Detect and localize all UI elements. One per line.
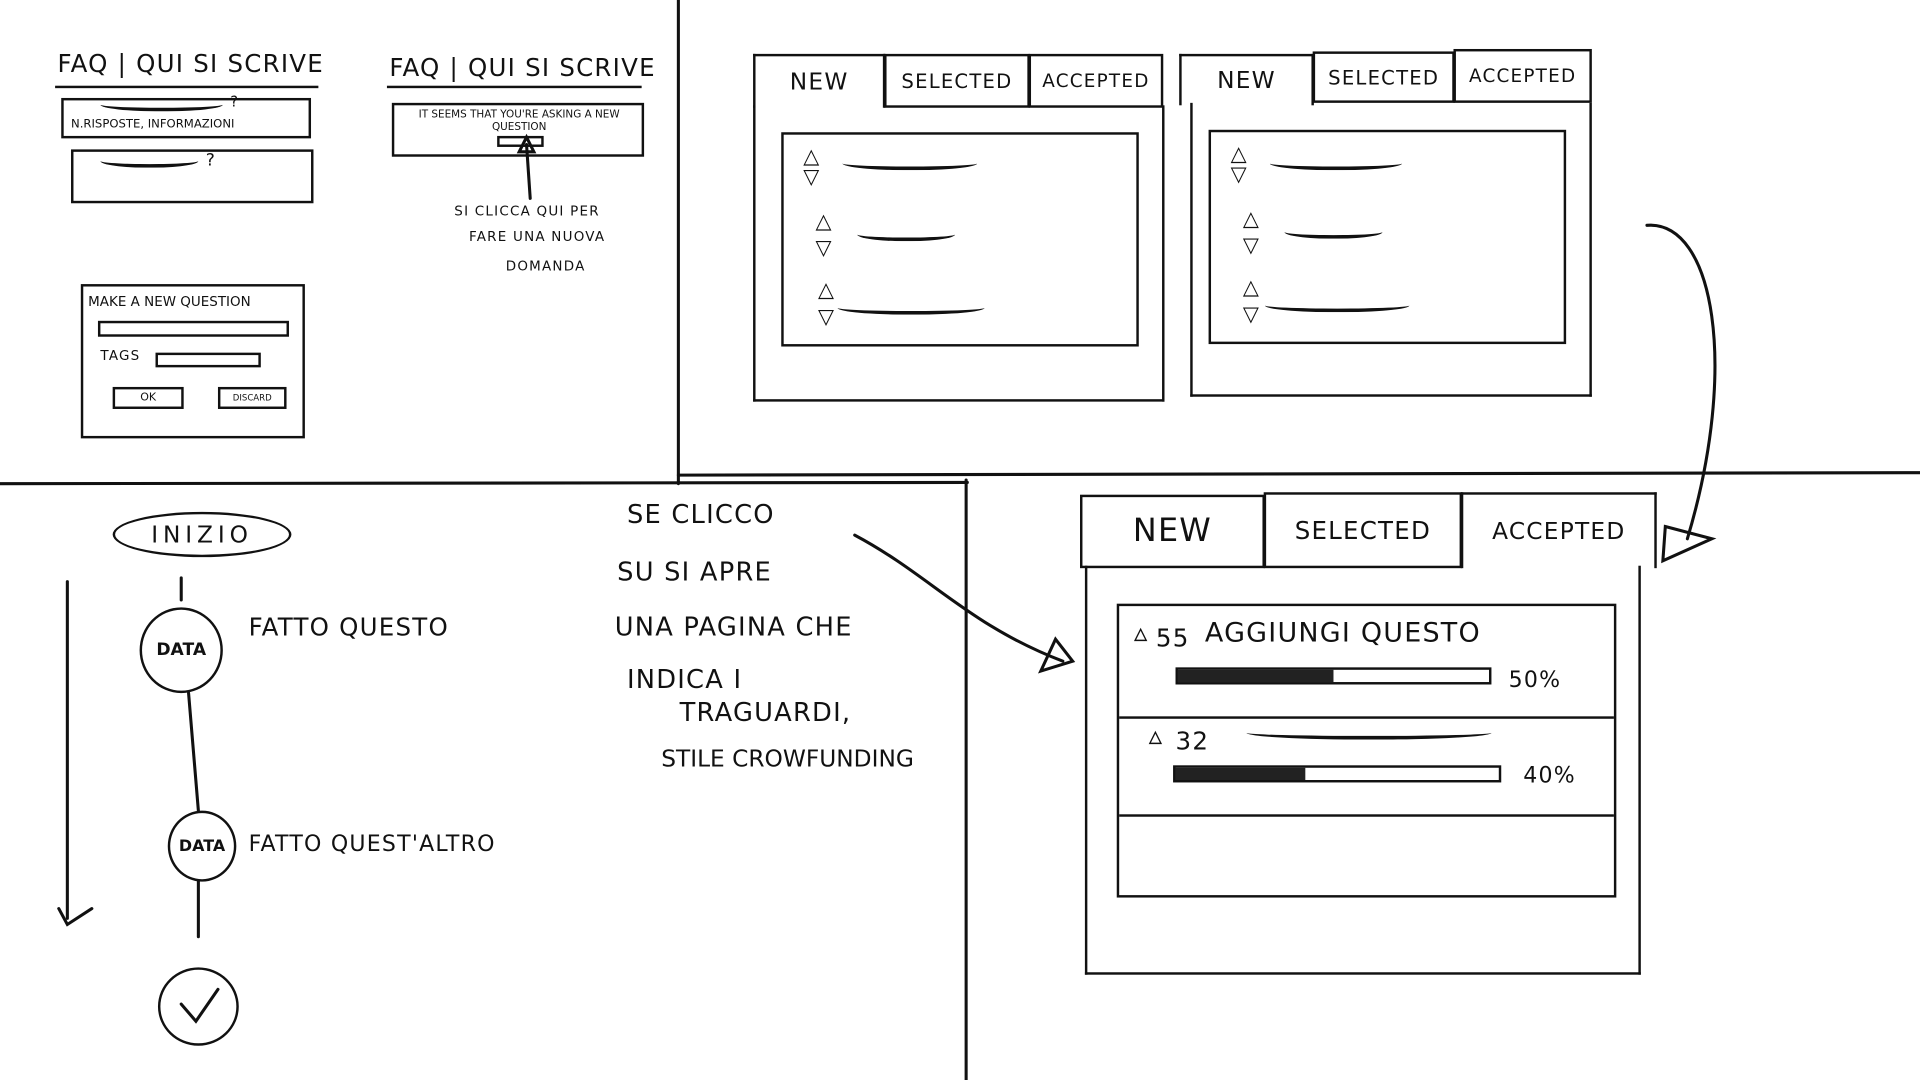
faq-question-card[interactable]: ? N.RISPOSTE, INFORMAZIONI bbox=[61, 93, 312, 139]
item-title-scribble bbox=[1246, 726, 1492, 740]
tab-new[interactable]: NEW bbox=[753, 53, 886, 108]
vote-arrows-icon[interactable]: △ ▽ bbox=[1243, 274, 1259, 328]
tab-accepted[interactable]: ACCEPTED bbox=[1453, 48, 1592, 103]
title-underline bbox=[386, 85, 642, 89]
note-line: INDICA I bbox=[626, 664, 743, 695]
progress-fill bbox=[1175, 767, 1305, 781]
new-question-notice: IT SEEMS THAT YOU'RE ASKING A NEW QUESTI… bbox=[391, 102, 645, 157]
item-title: AGGIUNGI QUESTO bbox=[1204, 618, 1481, 649]
new-question-button[interactable] bbox=[497, 135, 544, 147]
vote-up-icon[interactable]: ▵ bbox=[1149, 721, 1164, 752]
list-item[interactable] bbox=[1284, 225, 1383, 239]
tab-selected[interactable]: SELECTED bbox=[1263, 492, 1463, 569]
discard-button[interactable]: DISCARD bbox=[217, 386, 287, 409]
progress-label: 40% bbox=[1523, 762, 1576, 789]
vote-arrows-icon[interactable]: △ ▽ bbox=[1243, 206, 1259, 260]
timeline-step-text: FATTO QUESTO bbox=[248, 612, 449, 642]
new-question-dialog: MAKE A NEW QUESTION TAGS OK DISCARD bbox=[80, 284, 305, 439]
list-item[interactable] bbox=[842, 157, 978, 171]
annotation-line: DOMANDA bbox=[505, 258, 586, 275]
accepted-list: ▵ 55 AGGIUNGI QUESTO 50% ▵ 32 40% bbox=[1116, 603, 1617, 898]
progress-bar bbox=[1175, 667, 1492, 685]
tab-new[interactable]: NEW bbox=[1179, 53, 1314, 106]
vote-arrows-icon[interactable]: △ ▽ bbox=[818, 277, 834, 331]
progress-label: 50% bbox=[1508, 667, 1562, 694]
tab-selected[interactable]: SELECTED bbox=[884, 53, 1030, 108]
vote-arrows-icon[interactable]: △ ▽ bbox=[803, 146, 819, 189]
note-line: STILE CROWFUNDING bbox=[661, 745, 914, 773]
faq-title: FAQ | QUI SI SCRIVE bbox=[389, 52, 656, 83]
tab-selected[interactable]: SELECTED bbox=[1312, 51, 1455, 103]
progress-bar bbox=[1173, 765, 1502, 783]
annotation-line: SI CLICCA QUI PER bbox=[454, 203, 600, 220]
list-item[interactable] bbox=[1269, 157, 1403, 171]
vote-up-icon[interactable]: ▵ bbox=[1134, 618, 1149, 649]
arrow-head-icon bbox=[1661, 524, 1717, 564]
timeline-date: DATA bbox=[167, 810, 237, 882]
tab-accepted[interactable]: ACCEPTED bbox=[1028, 53, 1164, 108]
question-list: △ ▽ △ ▽ △ ▽ bbox=[1208, 129, 1567, 345]
accepted-item[interactable]: ▵ 55 AGGIUNGI QUESTO 50% bbox=[1119, 606, 1614, 719]
question-mark: ? bbox=[205, 150, 217, 171]
annotation-line: FARE UNA NUOVA bbox=[468, 228, 606, 245]
faq-question-card[interactable]: ? bbox=[71, 149, 314, 204]
question-list: △ ▽ △ ▽ △ ▽ bbox=[781, 132, 1139, 347]
progress-fill bbox=[1177, 669, 1334, 683]
timeline-complete-circle bbox=[157, 967, 239, 1046]
ok-button[interactable]: OK bbox=[112, 386, 184, 409]
vote-arrows-icon[interactable]: △ ▽ bbox=[1231, 144, 1247, 186]
tags-input[interactable] bbox=[155, 352, 261, 368]
curved-arrow bbox=[1645, 223, 1717, 541]
note-line: TRAGUARDI, bbox=[679, 697, 852, 728]
question-mark: ? bbox=[230, 93, 240, 111]
note-line: SE CLICCO bbox=[626, 499, 775, 529]
note-line: SU SI APRE bbox=[617, 557, 773, 587]
scribble-text bbox=[100, 154, 199, 168]
timeline-step-text: FATTO QUEST'ALTRO bbox=[248, 831, 496, 858]
tags-label: TAGS bbox=[100, 347, 141, 364]
note-arrow bbox=[853, 533, 1065, 663]
scribble-text bbox=[100, 98, 223, 112]
title-underline bbox=[55, 85, 319, 89]
sketch-canvas: FAQ | QUI SI SCRIVE ? N.RISPOSTE, INFORM… bbox=[0, 0, 1920, 1080]
tab-new[interactable]: NEW bbox=[1080, 494, 1265, 569]
notice-text: IT SEEMS THAT YOU'RE ASKING A NEW QUESTI… bbox=[418, 108, 620, 134]
list-item[interactable] bbox=[857, 228, 956, 242]
list-item[interactable] bbox=[1264, 299, 1410, 313]
faq-title: FAQ | QUI SI SCRIVE bbox=[57, 48, 324, 79]
vote-count: 55 bbox=[1155, 623, 1190, 653]
divider-horizontal-right bbox=[676, 471, 1920, 477]
note-line: UNA PAGINA CHE bbox=[614, 612, 853, 642]
dialog-title: MAKE A NEW QUESTION bbox=[88, 293, 251, 310]
tab-accepted[interactable]: ACCEPTED bbox=[1460, 492, 1657, 569]
question-info: N.RISPOSTE, INFORMAZIONI bbox=[71, 117, 235, 132]
vote-count: 32 bbox=[1175, 726, 1210, 756]
list-item[interactable] bbox=[837, 301, 985, 315]
divider-horizontal-left bbox=[0, 480, 969, 486]
accepted-item[interactable]: ▵ 32 40% bbox=[1119, 719, 1614, 817]
vote-arrows-icon[interactable]: △ ▽ bbox=[816, 208, 832, 262]
timeline-start: INIZIO bbox=[112, 511, 292, 558]
timeline-date: DATA bbox=[139, 607, 223, 694]
question-input[interactable] bbox=[97, 320, 289, 337]
